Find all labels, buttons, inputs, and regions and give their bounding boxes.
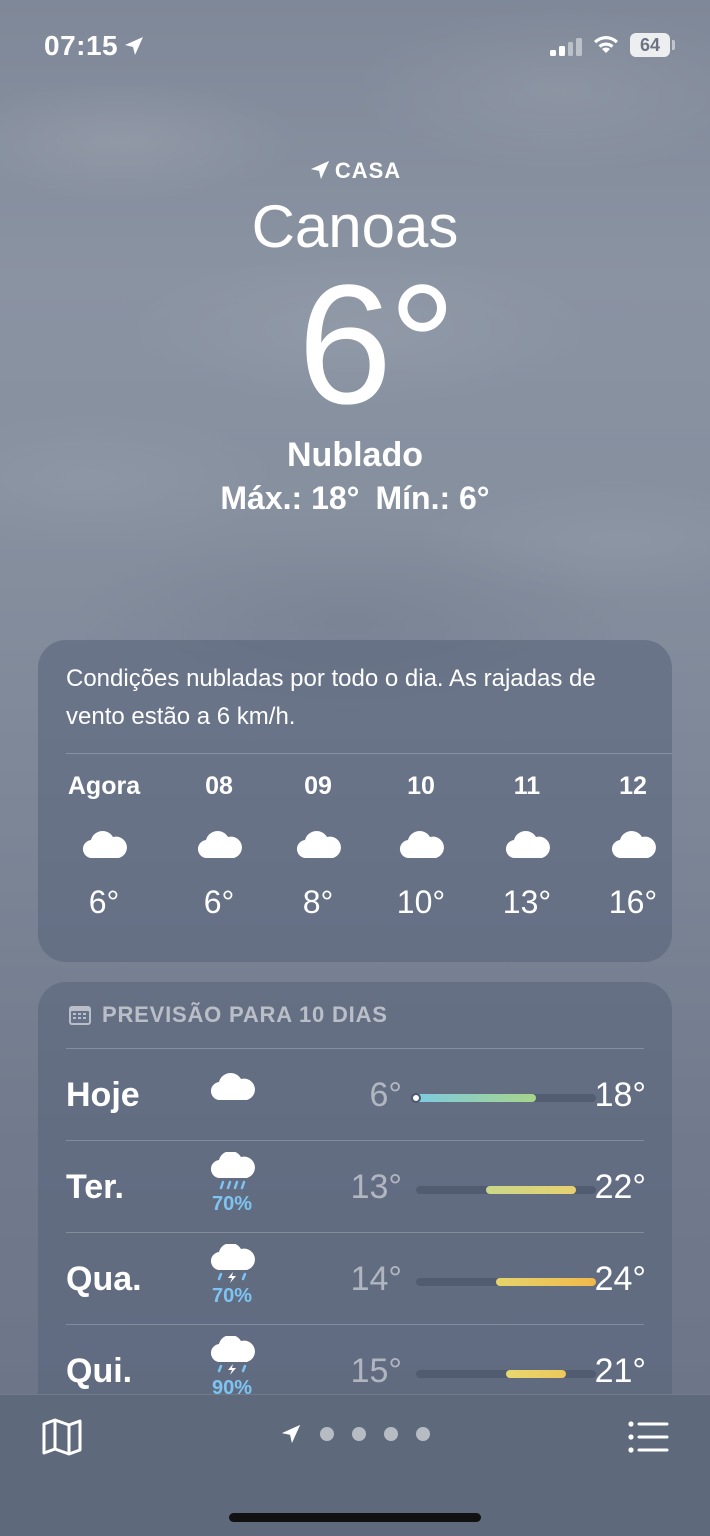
divider [66,1232,644,1233]
map-icon[interactable] [40,1415,84,1459]
temp-range-fill [496,1278,596,1286]
hour-item[interactable]: 09 8° [268,772,368,921]
wifi-icon [594,36,618,53]
page-dot[interactable] [416,1427,430,1441]
status-time: 07:15 [44,30,119,61]
low-temp: Mín.: 6° [375,480,490,516]
day-high-temp: 24° [594,1260,646,1298]
divider [66,1324,644,1325]
hour-time: Agora [67,772,141,800]
temp-range-bar [416,1370,596,1378]
page-dot[interactable] [352,1427,366,1441]
divider [66,1140,644,1141]
cellular-signal-icon [550,36,582,56]
location-label-text: CASA [334,158,402,183]
day-low-temp: 15° [350,1352,402,1390]
cloud-icon [505,831,550,859]
cloud-icon [399,831,444,859]
hour-temp: 6° [88,884,120,920]
temp-range-bar [416,1186,596,1194]
high-temp: Máx.: 18° [220,480,360,516]
cloud-icon [611,831,656,859]
precip-chance: 70% [211,1285,253,1307]
day-name: Qui. [66,1352,133,1390]
hour-item[interactable]: Agora 6° [54,772,154,921]
hour-temp: 16° [608,884,658,920]
day-low-temp: 14° [350,1260,402,1298]
hour-temp: 6° [203,884,235,920]
day-row[interactable]: Hoje 6° 18° [66,1050,646,1142]
divider [66,753,672,754]
cloud-icon [82,831,127,859]
day-row[interactable]: Qua. 70% 14° 24° [66,1234,646,1326]
location-arrow-icon [310,160,329,180]
ten-day-header-text: PREVISÃO PARA 10 DIAS [102,1002,388,1027]
day-name: Ter. [66,1168,124,1206]
temp-range-fill [416,1094,536,1102]
hour-time: 09 [304,772,332,800]
hour-temp: 8° [302,884,334,920]
list-icon[interactable] [626,1417,670,1457]
cloud-icon [210,1073,255,1101]
battery-nub [672,40,675,50]
cloud-bolt-rain-icon [210,1335,255,1375]
hour-item[interactable]: 11 13° [477,772,577,921]
day-low-temp: 6° [369,1076,402,1114]
temp-range-fill [486,1186,576,1194]
hour-temp: 10° [396,884,446,920]
temp-range-fill [506,1370,566,1378]
current-temperature: 6° [297,250,457,440]
cloud-icon [296,831,341,859]
hour-time: 12 [619,772,647,800]
status-bar: 07:15 64 [0,0,710,92]
hour-time: 10 [407,772,435,800]
location-arrow-icon [125,37,143,55]
temp-range-bar [411,1093,596,1103]
day-high-temp: 22° [594,1168,646,1206]
precip-chance: 70% [211,1193,253,1215]
home-indicator [229,1513,481,1522]
calendar-icon [69,1006,91,1025]
current-temp-dot [411,1093,421,1103]
hour-temp: 13° [502,884,552,920]
cloud-bolt-rain-icon [210,1243,255,1283]
day-name: Qua. [66,1260,142,1298]
hour-time: 11 [513,772,541,800]
page-dot[interactable] [384,1427,398,1441]
hour-time: 08 [205,772,233,800]
page-dot[interactable] [320,1427,334,1441]
day-low-temp: 13° [350,1168,402,1206]
divider [66,1048,644,1049]
location-arrow-icon [281,1424,301,1444]
cloud-rain-icon [210,1151,255,1190]
high-low: Máx.: 18° Mín.: 6° [0,480,710,517]
hourly-forecast-card[interactable]: Condições nubladas por todo o dia. As ra… [38,640,672,962]
battery-icon: 64 [630,33,670,57]
ten-day-forecast-card[interactable]: PREVISÃO PARA 10 DIAS Hoje 6° 18° Ter. 7… [38,982,672,1442]
day-name: Hoje [66,1076,140,1114]
day-high-temp: 21° [594,1352,646,1390]
day-row[interactable]: Ter. 70% 13° 22° [66,1142,646,1234]
hour-item[interactable]: 12 16° [583,772,683,921]
cloud-icon [197,831,242,859]
bottom-toolbar [0,1394,710,1536]
hour-item[interactable]: 10 10° [371,772,471,921]
forecast-summary: Condições nubladas por todo o dia. As ra… [66,665,596,730]
location-label: CASA [0,158,710,184]
day-high-temp: 18° [594,1076,646,1114]
ten-day-header: PREVISÃO PARA 10 DIAS [68,1002,388,1028]
temp-range-bar [416,1278,596,1286]
current-condition: Nublado [287,436,423,474]
hour-item[interactable]: 08 6° [169,772,269,921]
page-indicator[interactable] [280,1423,430,1445]
